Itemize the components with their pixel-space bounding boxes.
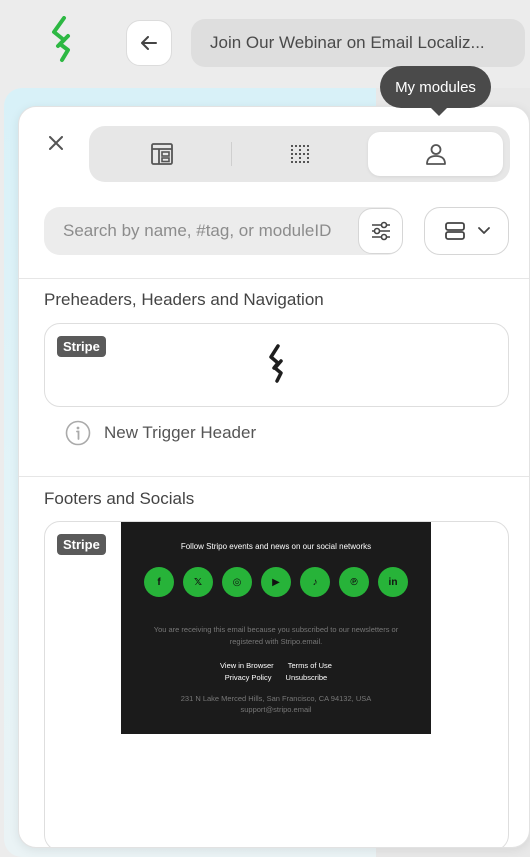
address-line: 231 N Lake Merced Hills, San Francisco, … [180,694,372,703]
view-mode-dropdown[interactable] [424,207,509,255]
preview-link: Terms of Use [287,661,332,670]
sliders-icon [371,221,390,241]
module-tabs [89,126,510,182]
search-input[interactable] [63,221,355,241]
facebook-icon: f [144,567,174,597]
module-badge: Stripe [57,534,106,555]
close-icon [49,136,63,150]
tab-my-modules[interactable] [368,132,503,176]
linkedin-icon: in [378,567,408,597]
grid-dotted-icon [290,145,309,163]
preview-address: 231 N Lake Merced Hills, San Francisco, … [121,693,431,715]
preview-link: Unsubscribe [285,673,328,682]
arrow-left-icon [141,36,157,50]
preview-link: Privacy Policy [224,673,272,682]
module-name-row: New Trigger Header [65,420,256,446]
module-card-footer[interactable]: Stripe Follow Stripo events and news on … [44,521,509,847]
section-title-footers: Footers and Socials [44,489,195,508]
pinterest-icon: ℗ [339,567,369,597]
section-divider [19,278,529,279]
section-title-headers: Preheaders, Headers and Navigation [44,290,324,309]
support-email: support@stripo.email [240,705,312,714]
close-button[interactable] [46,133,66,153]
social-icons: f 𝕏 ◎ ▶ ♪ ℗ in [144,567,408,597]
stripo-logo-icon [269,344,283,383]
stripo-logo-icon[interactable] [48,16,78,64]
youtube-icon: ▶ [261,567,291,597]
module-name: New Trigger Header [104,423,257,442]
chevron-down-icon [477,227,490,234]
preview-notice: You are receiving this email because you… [153,625,399,646]
preview-link: View in Browser [220,661,274,670]
user-icon [425,144,446,165]
tab-grid[interactable] [234,132,367,176]
module-badge: Stripe [57,336,106,357]
back-button[interactable] [126,20,172,66]
instagram-icon: ◎ [222,567,252,597]
tab-layout-modules[interactable] [95,132,229,176]
module-search [44,207,403,255]
modules-panel: Preheaders, Headers and Navigation Strip… [18,106,530,848]
footer-preview: Follow Stripo events and news on our soc… [121,522,431,734]
x-twitter-icon: 𝕏 [183,567,213,597]
tab-divider [231,142,232,166]
filter-button[interactable] [358,208,403,254]
my-modules-tooltip: My modules [380,66,491,116]
module-card-header[interactable]: Stripe [44,323,509,407]
email-title[interactable]: Join Our Webinar on Email Localiz... [191,19,525,67]
tiktok-icon: ♪ [300,567,330,597]
preview-links: View in Browser Terms of Use Privacy Pol… [121,660,431,684]
preview-heading: Follow Stripo events and news on our soc… [180,542,372,551]
section-divider [19,476,529,477]
layout-modules-icon [151,143,173,165]
info-icon[interactable] [65,420,91,446]
list-view-icon [444,222,465,240]
